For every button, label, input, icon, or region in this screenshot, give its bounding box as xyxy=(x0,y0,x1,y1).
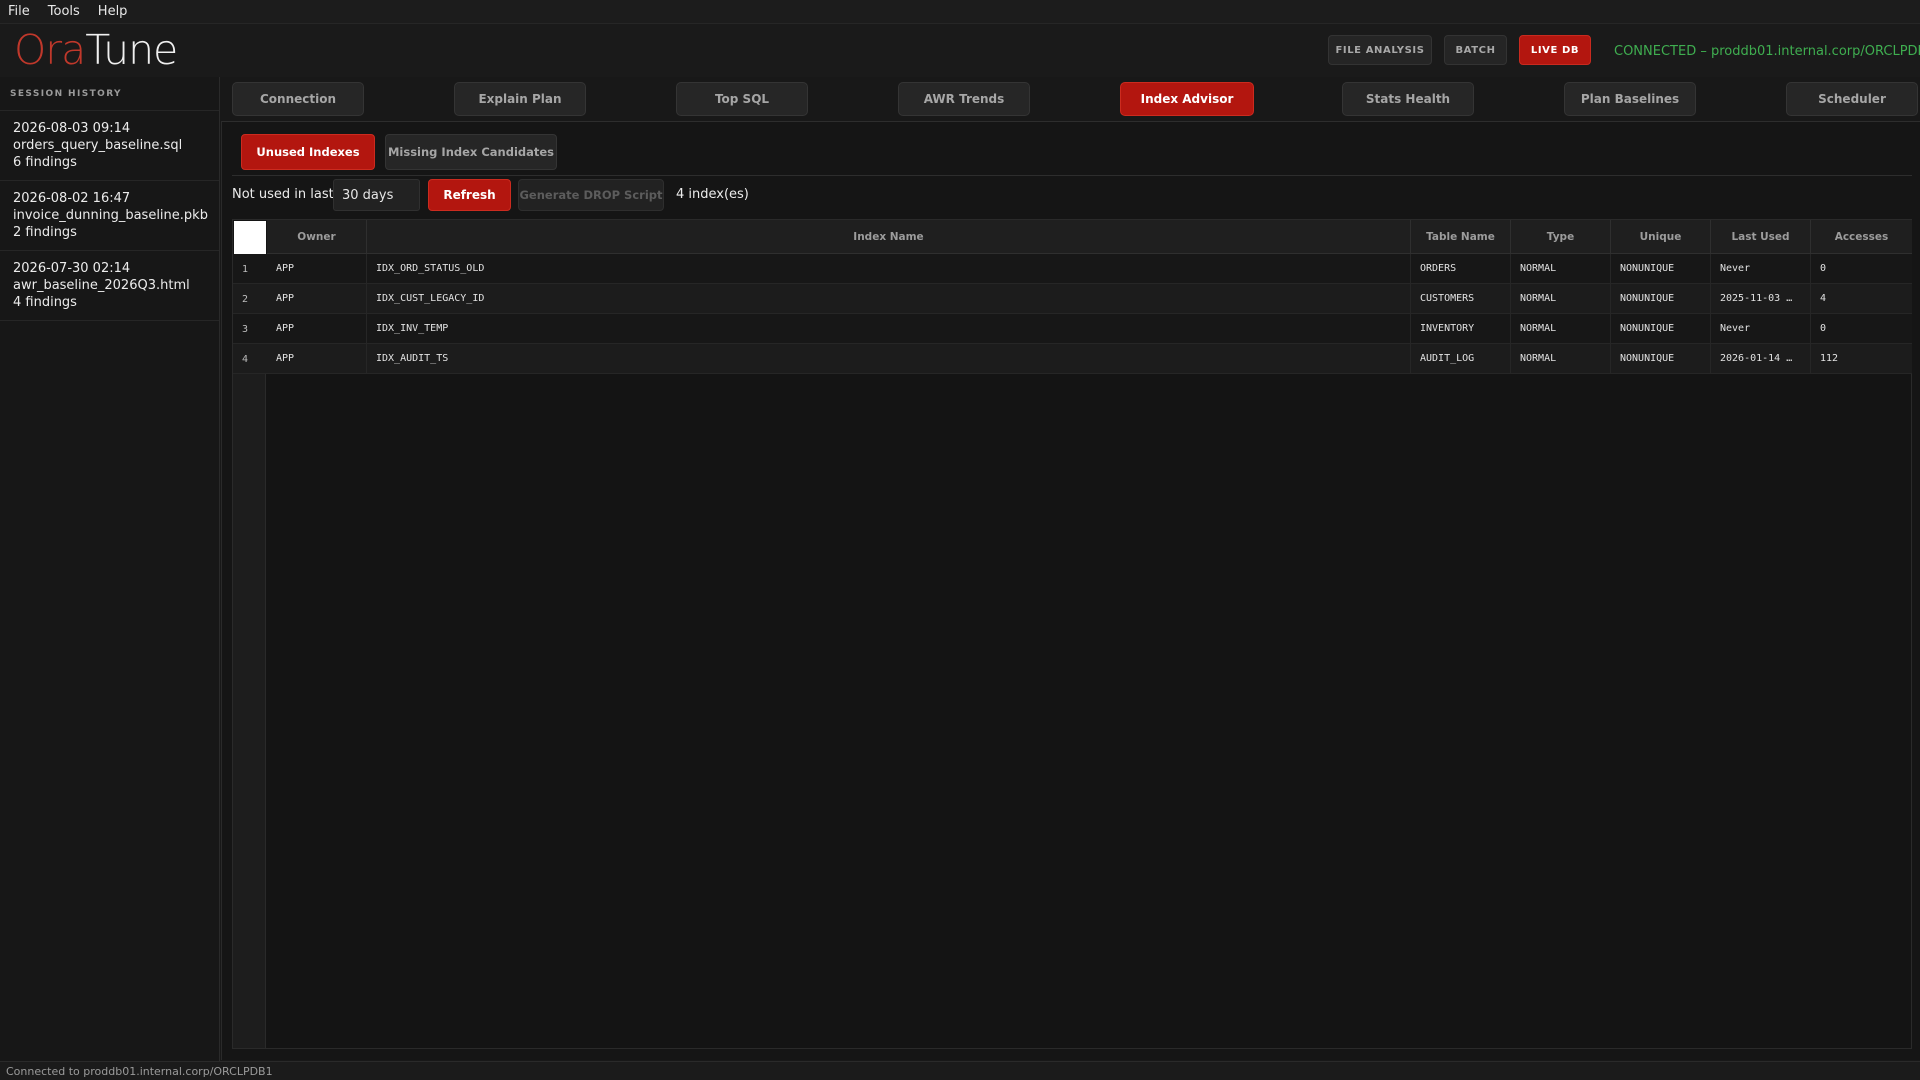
column-header-last-used[interactable]: Last Used xyxy=(1711,220,1811,254)
cell-owner: APP xyxy=(267,344,367,374)
cell-unique: NONUNIQUE xyxy=(1611,254,1711,284)
table-row[interactable]: 3 APP IDX_INV_TEMP INVENTORY NORMAL NONU… xyxy=(233,314,1912,344)
index-advisor-panel: Unused Indexes Missing Index Candidates … xyxy=(221,121,1920,1060)
column-header-type[interactable]: Type xyxy=(1511,220,1611,254)
live-db-button[interactable]: LIVE DB xyxy=(1519,35,1591,65)
table-row[interactable]: 4 APP IDX_AUDIT_TS AUDIT_LOG NORMAL NONU… xyxy=(233,344,1912,374)
generate-drop-script-button[interactable]: Generate DROP Script xyxy=(518,179,664,211)
history-file: orders_query_baseline.sql xyxy=(13,138,183,153)
tab-top-sql[interactable]: Top SQL xyxy=(676,82,808,116)
cell-table-name: AUDIT_LOG xyxy=(1411,344,1511,374)
cell-last-used: Never xyxy=(1711,254,1811,284)
history-date: 2026-07-30 02:14 xyxy=(13,261,131,276)
app-logo: OraTune xyxy=(14,26,178,74)
tab-index-advisor[interactable]: Index Advisor xyxy=(1120,82,1254,116)
file-analysis-button[interactable]: FILE ANALYSIS xyxy=(1328,35,1432,65)
session-history-sidebar: SESSION HISTORY 2026-08-03 09:14 orders_… xyxy=(0,77,220,1061)
row-number: 3 xyxy=(242,324,249,335)
cell-owner: APP xyxy=(267,254,367,284)
row-number: 4 xyxy=(242,354,249,365)
cell-index-name: IDX_ORD_STATUS_OLD xyxy=(367,254,1411,284)
history-item[interactable]: 2026-08-03 09:14 orders_query_baseline.s… xyxy=(0,111,219,181)
history-file: invoice_dunning_baseline.pkb xyxy=(13,208,208,223)
select-all-corner[interactable] xyxy=(234,221,266,254)
cell-type: NORMAL xyxy=(1511,314,1611,344)
history-item[interactable]: 2026-07-30 02:14 awr_baseline_2026Q3.htm… xyxy=(0,251,219,321)
cell-unique: NONUNIQUE xyxy=(1611,314,1711,344)
refresh-button[interactable]: Refresh xyxy=(428,179,511,211)
cell-last-used: 2025-11-03 … xyxy=(1711,284,1811,314)
tab-explain-plan[interactable]: Explain Plan xyxy=(454,82,586,116)
menu-tools[interactable]: Tools xyxy=(48,4,80,19)
history-findings: 2 findings xyxy=(13,225,77,240)
cell-table-name: INVENTORY xyxy=(1411,314,1511,344)
cell-owner: APP xyxy=(267,314,367,344)
history-item[interactable]: 2026-08-02 16:47 invoice_dunning_baselin… xyxy=(0,181,219,251)
tab-stats-health[interactable]: Stats Health xyxy=(1342,82,1474,116)
row-number: 2 xyxy=(242,294,249,305)
cell-type: NORMAL xyxy=(1511,284,1611,314)
logo-part-ora: Ora xyxy=(14,26,86,74)
history-date: 2026-08-03 09:14 xyxy=(13,121,131,136)
column-header-index-name[interactable]: Index Name xyxy=(367,220,1411,254)
sidebar-title: SESSION HISTORY xyxy=(0,77,219,111)
cell-owner: APP xyxy=(267,284,367,314)
index-count: 4 index(es) xyxy=(676,187,749,202)
cell-unique: NONUNIQUE xyxy=(1611,344,1711,374)
cell-accesses: 4 xyxy=(1820,293,1827,304)
history-date: 2026-08-02 16:47 xyxy=(13,191,131,206)
logo-part-tune: Tune xyxy=(85,26,178,74)
cell-last-used: Never xyxy=(1711,314,1811,344)
cell-type: NORMAL xyxy=(1511,254,1611,284)
history-findings: 6 findings xyxy=(13,155,77,170)
main-tabs: Connection Explain Plan Top SQL AWR Tren… xyxy=(222,78,1920,120)
column-header-unique[interactable]: Unique xyxy=(1611,220,1711,254)
app-header: OraTune FILE ANALYSIS BATCH LIVE DB CONN… xyxy=(0,24,1920,77)
column-header-table-name[interactable]: Table Name xyxy=(1411,220,1511,254)
menu-file[interactable]: File xyxy=(8,4,30,19)
cell-index-name: IDX_CUST_LEGACY_ID xyxy=(367,284,1411,314)
column-header-accesses[interactable]: Accesses xyxy=(1811,220,1912,254)
unused-indexes-grid: Owner Index Name Table Name Type Unique … xyxy=(232,219,1912,1049)
history-findings: 4 findings xyxy=(13,295,77,310)
batch-button[interactable]: BATCH xyxy=(1444,35,1507,65)
table-row[interactable]: 2 APP IDX_CUST_LEGACY_ID CUSTOMERS NORMA… xyxy=(233,284,1912,314)
cell-accesses: 0 xyxy=(1820,323,1827,334)
cell-table-name: ORDERS xyxy=(1411,254,1511,284)
cell-accesses: 0 xyxy=(1820,263,1827,274)
tab-awr-trends[interactable]: AWR Trends xyxy=(898,82,1030,116)
cell-accesses: 112 xyxy=(1820,353,1839,364)
tab-scheduler[interactable]: Scheduler xyxy=(1786,82,1918,116)
row-number: 1 xyxy=(242,264,249,275)
connection-status: CONNECTED – proddb01.internal.corp/ORCLP… xyxy=(1614,44,1920,59)
cell-last-used: 2026-01-14 … xyxy=(1711,344,1811,374)
cell-index-name: IDX_AUDIT_TS xyxy=(367,344,1411,374)
tab-plan-baselines[interactable]: Plan Baselines xyxy=(1564,82,1696,116)
subtab-unused-indexes[interactable]: Unused Indexes xyxy=(241,134,375,170)
tab-connection[interactable]: Connection xyxy=(232,82,364,116)
cell-table-name: CUSTOMERS xyxy=(1411,284,1511,314)
status-bar: Connected to proddb01.internal.corp/ORCL… xyxy=(0,1061,1920,1080)
column-header-owner[interactable]: Owner xyxy=(267,220,367,254)
cell-unique: NONUNIQUE xyxy=(1611,284,1711,314)
period-input[interactable]: 30 days xyxy=(333,179,420,211)
table-row[interactable]: 1 APP IDX_ORD_STATUS_OLD ORDERS NORMAL N… xyxy=(233,254,1912,284)
period-label: Not used in last: xyxy=(232,187,339,202)
cell-type: NORMAL xyxy=(1511,344,1611,374)
grid-header: Owner Index Name Table Name Type Unique … xyxy=(267,220,1912,254)
menu-help[interactable]: Help xyxy=(98,4,128,19)
history-file: awr_baseline_2026Q3.html xyxy=(13,278,190,293)
menu-bar: File Tools Help xyxy=(0,0,1920,24)
subtab-missing-index-candidates[interactable]: Missing Index Candidates xyxy=(385,134,557,170)
cell-index-name: IDX_INV_TEMP xyxy=(367,314,1411,344)
filter-toolbar: Not used in last: 30 days Refresh Genera… xyxy=(232,175,1912,213)
